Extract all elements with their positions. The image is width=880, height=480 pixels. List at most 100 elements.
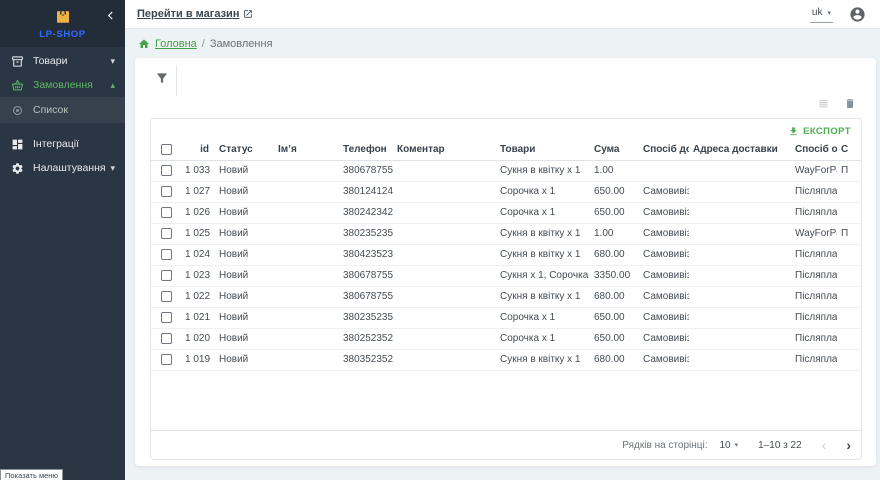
cell-address bbox=[689, 286, 791, 307]
cell-sum: 680.00 bbox=[590, 349, 639, 370]
table-row[interactable]: 1 019Новий380352352353Сукня в квітку x 1… bbox=[151, 349, 861, 370]
cell-payment: Післяплата bbox=[791, 349, 837, 370]
row-checkbox[interactable] bbox=[161, 291, 172, 302]
column-header: Спосіб до... bbox=[639, 140, 689, 160]
cell-comment bbox=[393, 244, 496, 265]
cell-id: 1 023 bbox=[181, 265, 215, 286]
cell-address bbox=[689, 349, 791, 370]
view-columns-button[interactable] bbox=[817, 98, 830, 109]
chevron-up-icon: ▴ bbox=[110, 80, 115, 91]
delete-button[interactable] bbox=[844, 97, 856, 110]
row-select-cell bbox=[151, 286, 181, 307]
table-row[interactable]: 1 021Новий380235235235Сорочка x 1650.00С… bbox=[151, 307, 861, 328]
row-checkbox[interactable] bbox=[161, 165, 172, 176]
sidebar-item-settings[interactable]: Налаштування ▾ bbox=[0, 156, 125, 180]
select-all-checkbox[interactable] bbox=[161, 144, 172, 155]
row-checkbox[interactable] bbox=[161, 186, 172, 197]
account-button[interactable] bbox=[849, 6, 866, 23]
table-row[interactable]: 1 020Новий380252352352Сорочка x 1650.00С… bbox=[151, 328, 861, 349]
cell-id: 1 024 bbox=[181, 244, 215, 265]
orders-table-card: ЕКСПОРТ idСтатусІм’яТелефонКоментарТовар… bbox=[150, 118, 862, 460]
column-header: Адреса доставки bbox=[689, 140, 791, 160]
row-checkbox[interactable] bbox=[161, 207, 172, 218]
cell-address bbox=[689, 202, 791, 223]
table-row[interactable]: 1 026Новий380242342342Сорочка x 1650.00С… bbox=[151, 202, 861, 223]
cell-products: Сукня в квітку x 1 bbox=[496, 160, 590, 181]
column-header: С bbox=[837, 140, 861, 160]
export-button[interactable]: ЕКСПОРТ bbox=[151, 122, 861, 140]
row-checkbox[interactable] bbox=[161, 228, 172, 239]
cell-products: Сорочка x 1 bbox=[496, 328, 590, 349]
sidebar-item-products[interactable]: Товари ▾ bbox=[0, 49, 125, 73]
language-select[interactable]: uk ▾ bbox=[810, 5, 833, 23]
home-icon bbox=[138, 38, 150, 50]
cell-delivery bbox=[639, 160, 689, 181]
sidebar-item-label: Товари bbox=[33, 55, 67, 67]
cell-phone: 380678755722 bbox=[339, 265, 393, 286]
rows-per-page-select[interactable]: 10 ▾ bbox=[720, 440, 739, 451]
menu-divider bbox=[0, 123, 125, 132]
sidebar-item-orders-list[interactable]: Список bbox=[0, 97, 125, 123]
cell-products: Сукня в квітку x 1 bbox=[496, 349, 590, 370]
select-all-header[interactable] bbox=[151, 140, 181, 160]
table-row[interactable]: 1 025Новий380235235235Сукня в квітку x 1… bbox=[151, 223, 861, 244]
table-row[interactable]: 1 023Новий380678755722Сукня x 1, Сорочка… bbox=[151, 265, 861, 286]
column-header: Ім’я bbox=[274, 140, 339, 160]
table-row[interactable]: 1 027Новий380124124124Сорочка x 1650.00С… bbox=[151, 181, 861, 202]
table-row[interactable]: 1 024Новий380423523523Сукня в квітку x 1… bbox=[151, 244, 861, 265]
cell-status: Новий bbox=[215, 349, 274, 370]
cell-pay_status bbox=[837, 181, 861, 202]
collapse-sidebar-button[interactable] bbox=[103, 8, 117, 22]
rows-per-page-value: 10 bbox=[720, 440, 731, 451]
row-checkbox[interactable] bbox=[161, 354, 172, 365]
shopping-bag-icon bbox=[54, 7, 72, 28]
sidebar-item-integrations[interactable]: Інтеграції bbox=[0, 132, 125, 156]
cell-products: Сукня в квітку x 1 bbox=[496, 286, 590, 307]
cell-name bbox=[274, 223, 339, 244]
cell-name bbox=[274, 202, 339, 223]
cell-phone: 380423523523 bbox=[339, 244, 393, 265]
column-header: Товари bbox=[496, 140, 590, 160]
cell-address bbox=[689, 181, 791, 202]
table-row[interactable]: 1 022Новий380678755765Сукня в квітку x 1… bbox=[151, 286, 861, 307]
row-checkbox[interactable] bbox=[161, 270, 172, 281]
row-select-cell bbox=[151, 328, 181, 349]
cell-address bbox=[689, 223, 791, 244]
cell-sum: 650.00 bbox=[590, 307, 639, 328]
row-select-cell bbox=[151, 181, 181, 202]
table-row[interactable]: 1 033Новий380678755765Сукня в квітку x 1… bbox=[151, 160, 861, 181]
chevron-down-icon: ▾ bbox=[110, 163, 115, 174]
orders-panel: ЕКСПОРТ idСтатусІм’яТелефонКоментарТовар… bbox=[135, 58, 876, 466]
go-to-store-link[interactable]: Перейти в магазин bbox=[137, 8, 253, 20]
breadcrumb-home-link[interactable]: Головна bbox=[155, 38, 197, 50]
download-icon bbox=[788, 126, 799, 137]
row-checkbox[interactable] bbox=[161, 312, 172, 323]
column-header: Статус bbox=[215, 140, 274, 160]
cell-payment: Післяплата bbox=[791, 244, 837, 265]
filter-button[interactable] bbox=[155, 71, 171, 87]
cell-comment bbox=[393, 349, 496, 370]
cell-payment: Післяплата bbox=[791, 181, 837, 202]
cell-address bbox=[689, 244, 791, 265]
cell-payment: Післяплата bbox=[791, 328, 837, 349]
cell-phone: 380678755765 bbox=[339, 160, 393, 181]
table-header-row: idСтатусІм’яТелефонКоментарТовариСумаСпо… bbox=[151, 140, 861, 160]
previous-page-button[interactable]: ‹ bbox=[822, 438, 827, 452]
column-header: id bbox=[181, 140, 215, 160]
store-link-label: Перейти в магазин bbox=[137, 8, 239, 20]
row-checkbox[interactable] bbox=[161, 333, 172, 344]
cell-comment bbox=[393, 181, 496, 202]
next-page-button[interactable]: › bbox=[846, 438, 851, 452]
cell-status: Новий bbox=[215, 160, 274, 181]
menu-tooltip: Показать меню bbox=[0, 469, 63, 480]
sidebar-item-orders[interactable]: Замовлення ▴ bbox=[0, 73, 125, 97]
cell-phone: 380252352352 bbox=[339, 328, 393, 349]
row-checkbox[interactable] bbox=[161, 249, 172, 260]
cell-address bbox=[689, 160, 791, 181]
toolbar-divider bbox=[176, 65, 177, 96]
funnel-icon bbox=[155, 71, 169, 85]
cell-sum: 650.00 bbox=[590, 328, 639, 349]
cell-delivery: Самовивіз bbox=[639, 223, 689, 244]
row-select-cell bbox=[151, 160, 181, 181]
cell-payment: Післяплата bbox=[791, 265, 837, 286]
